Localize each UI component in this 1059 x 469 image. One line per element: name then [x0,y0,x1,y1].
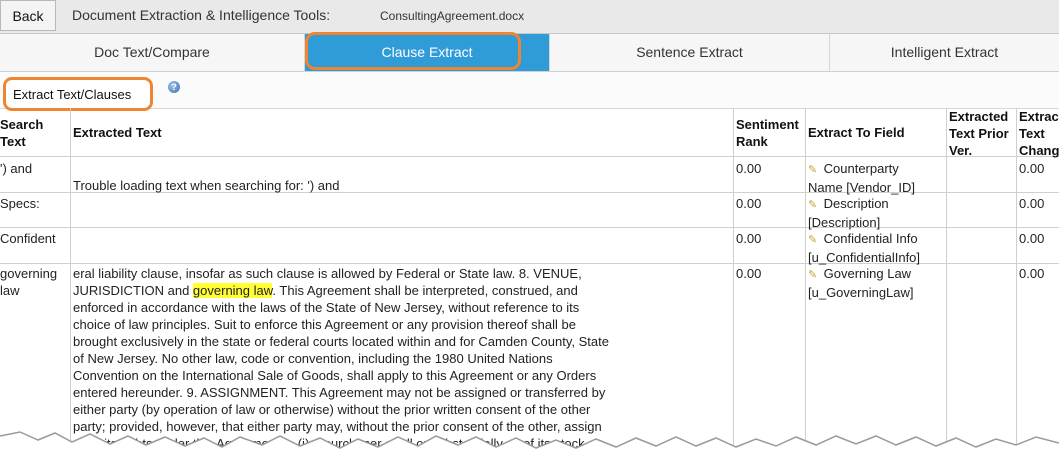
header-extracted-text-change[interactable]: Extrac Text Chang [1019,108,1059,159]
subtab-row: Extract Text/Clauses ? [0,72,1059,111]
row-2-search-text: Specs: [0,196,40,211]
search-hit-highlight: governing law [192,283,273,298]
row-4-search-text: governing law [0,266,58,298]
pencil-icon[interactable]: ✎ [808,162,820,179]
back-button[interactable]: Back [0,0,56,31]
app-title: Document Extraction & Intelligence Tools… [72,7,331,23]
pencil-icon[interactable]: ✎ [808,197,820,214]
row-3-text-change: 0.00 [1019,231,1045,246]
tab-clause-extract[interactable]: Clause Extract [305,34,550,71]
row-1-text-change: 0.00 [1019,161,1045,176]
row-3-sentiment-rank: 0.00 [736,231,762,246]
header-extracted-text[interactable]: Extracted Text [73,124,162,141]
row-divider [0,156,1059,157]
row-4-sentiment-rank: 0.00 [736,266,762,281]
row-1-sentiment-rank: 0.00 [736,161,762,176]
header-search-text[interactable]: Search Text [0,116,43,150]
column-divider [70,108,71,469]
row-1-extract-field[interactable]: ✎ Counterparty Name [Vendor_ID] [808,160,915,196]
pencil-icon[interactable]: ✎ [808,232,820,249]
document-name: ConsultingAgreement.docx [380,9,525,23]
header-extract-to-field[interactable]: Extract To Field [808,124,905,141]
tab-intelligent-extract[interactable]: Intelligent Extract [830,34,1059,71]
row-1-extracted-text: Trouble loading text when searching for:… [73,178,340,193]
help-icon[interactable]: ? [168,81,180,93]
row-2-extract-field[interactable]: ✎ Description [Description] [808,195,889,231]
subtab-extract-text-clauses[interactable]: Extract Text/Clauses [3,77,153,111]
column-divider [946,108,947,469]
tab-sentence-extract[interactable]: Sentence Extract [550,34,830,71]
header-sentiment-rank[interactable]: Sentiment Rank [736,116,799,150]
main-tabs: Doc Text/Compare Clause Extract Sentence… [0,34,1059,72]
row-2-sentiment-rank: 0.00 [736,196,762,211]
pencil-icon[interactable]: ✎ [808,267,820,284]
column-divider [733,108,734,469]
torn-edge-decoration [0,431,1059,469]
results-table: Search Text Extracted Text Sentiment Rank … [0,108,1059,469]
top-bar: Back Document Extraction & Intelligence … [0,0,1059,34]
row-2-text-change: 0.00 [1019,196,1045,211]
row-1-search-text: ') and [0,161,33,176]
row-4-extract-field[interactable]: ✎ Governing Law [u_GoverningLaw] [808,265,914,301]
header-extracted-text-prior-ver[interactable]: Extracted Text Prior Ver. [949,108,1009,159]
row-3-search-text: Confident [0,231,56,246]
row-divider [0,227,1059,228]
row-3-extract-field[interactable]: ✎ Confidential Info [u_ConfidentialInfo] [808,230,920,266]
row-4-text-change: 0.00 [1019,266,1045,281]
column-divider [805,108,806,469]
tab-doc-text-compare[interactable]: Doc Text/Compare [0,34,305,71]
column-divider [1016,108,1017,469]
